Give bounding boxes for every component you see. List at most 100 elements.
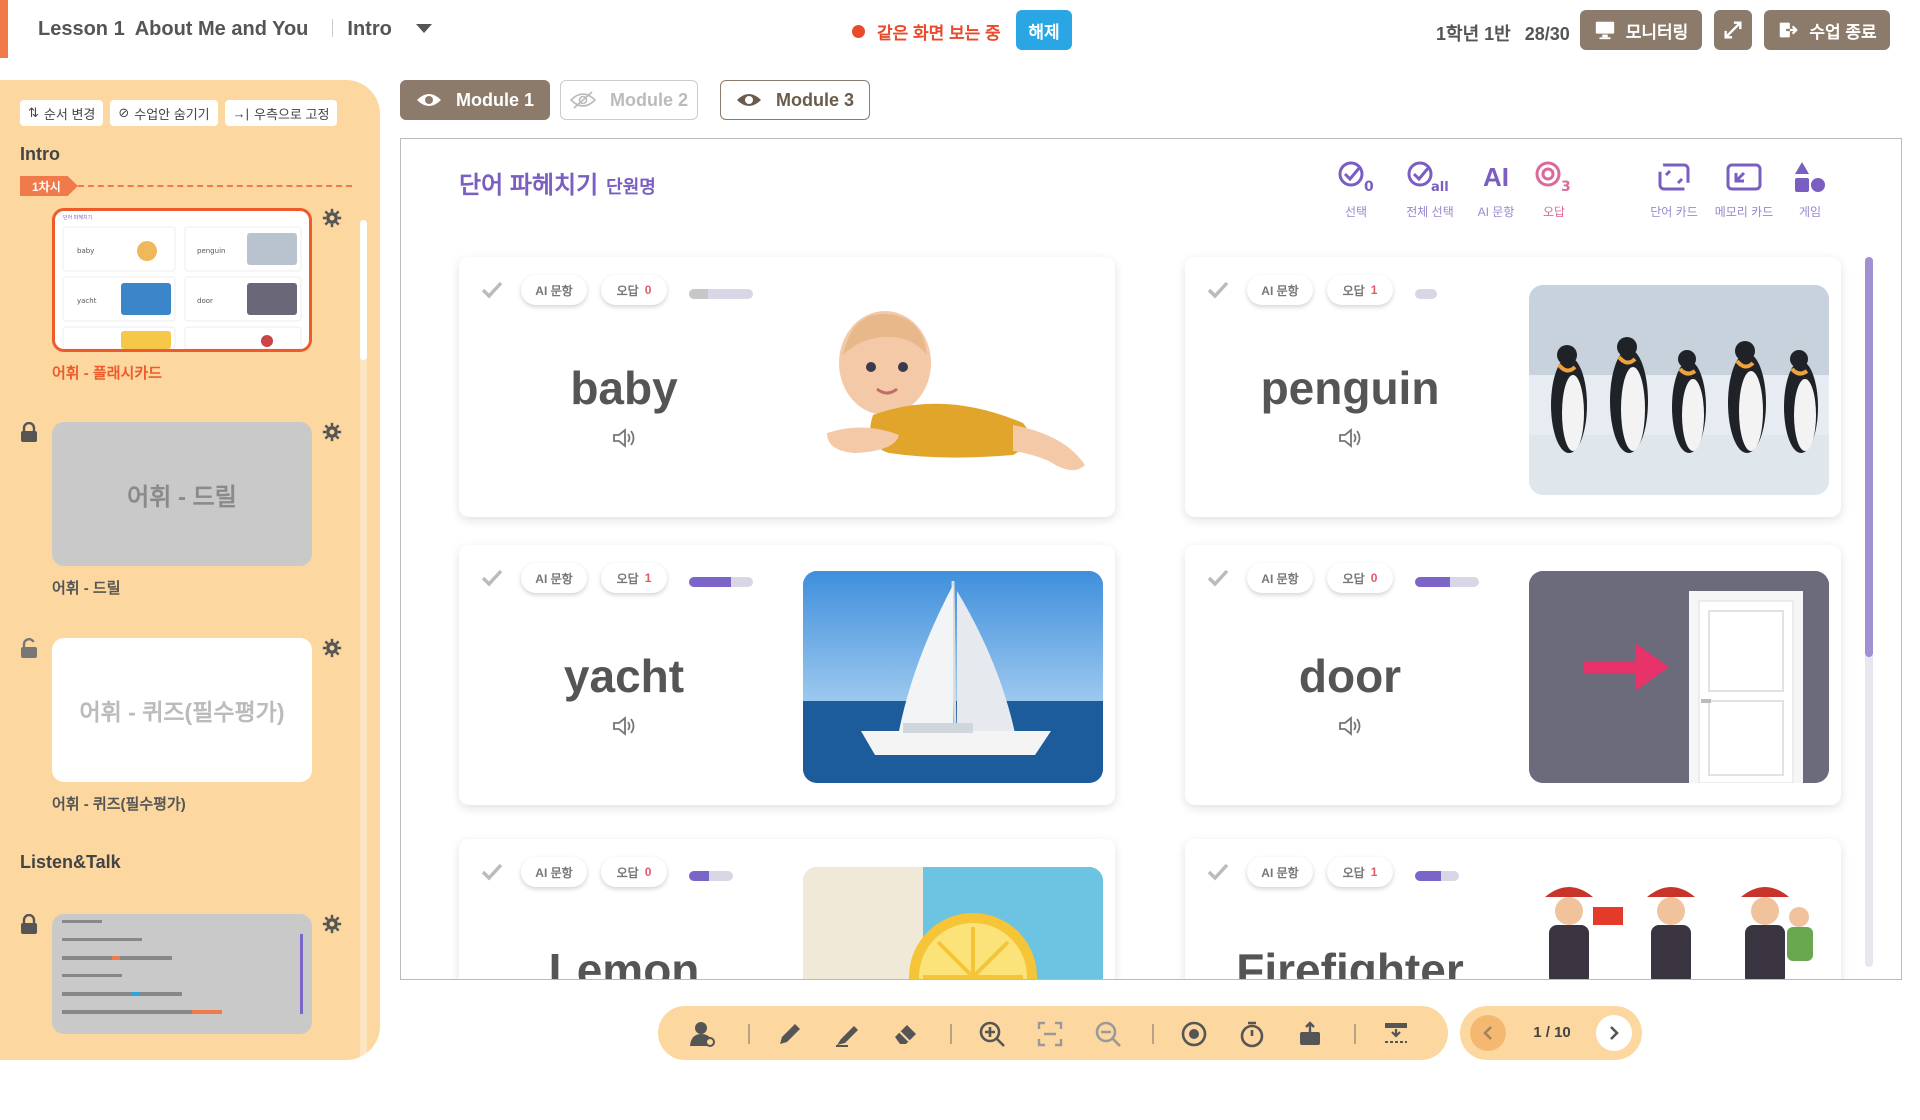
ai-question-badge[interactable]: AI 문항 xyxy=(521,275,587,305)
word-card-tool[interactable]: 단어 카드 xyxy=(1639,159,1709,220)
sidebar-scrollbar[interactable] xyxy=(360,220,367,360)
sidebar-item-label[interactable]: 어휘 - 퀴즈(필수평가) xyxy=(52,793,186,814)
card-word: penguin xyxy=(1260,362,1440,414)
zoom-in-icon[interactable] xyxy=(978,1020,1006,1048)
hide-plan-button[interactable]: ⊘ 수업안 숨기기 xyxy=(110,100,218,126)
check-icon[interactable] xyxy=(481,569,503,587)
content-scrollbar[interactable] xyxy=(1865,257,1873,967)
content-title-text: 단어 파헤치기 xyxy=(459,172,599,199)
check-icon[interactable] xyxy=(1207,281,1229,299)
ai-question-badge-label: AI 문항 xyxy=(1261,283,1299,298)
toolbar-divider xyxy=(748,1024,750,1044)
check-icon[interactable] xyxy=(1207,863,1229,881)
bottom-toolbar xyxy=(658,1006,1448,1060)
check-icon[interactable] xyxy=(481,281,503,299)
gear-icon[interactable] xyxy=(322,422,342,442)
share-box-icon[interactable] xyxy=(1296,1020,1324,1048)
lock-icon[interactable] xyxy=(20,422,38,442)
ai-question-badge-label: AI 문항 xyxy=(535,283,573,298)
thumb-drill[interactable]: 어휘 - 드릴 xyxy=(52,422,312,566)
lesson-title[interactable]: Lesson 1 About Me and You Intro xyxy=(38,18,432,41)
word-card[interactable]: AI 문항 오답 0 baby xyxy=(459,257,1115,517)
check-icon[interactable] xyxy=(481,863,503,881)
live-dot-icon xyxy=(852,25,865,38)
thumb-flashcard[interactable]: 단어 파헤치기 baby penguin yacht door xyxy=(52,208,312,352)
random-pick-icon[interactable] xyxy=(1180,1020,1208,1048)
wrong-count-badge[interactable]: 오답 1 xyxy=(1327,857,1393,887)
pin-right-label: 우측으로 고정 xyxy=(254,106,330,122)
eraser-icon[interactable] xyxy=(892,1020,920,1048)
speaker-icon[interactable] xyxy=(1337,715,1363,737)
baby-image xyxy=(803,285,1103,495)
speaker-icon[interactable] xyxy=(611,427,637,449)
speaker-icon[interactable] xyxy=(1337,427,1363,449)
progress-fill xyxy=(689,289,709,299)
gear-icon[interactable] xyxy=(322,208,342,228)
wrong-count-badge[interactable]: 오답 1 xyxy=(1327,275,1393,305)
thumb-listen-talk[interactable] xyxy=(52,914,312,1034)
wrong-count-badge[interactable]: 오답 0 xyxy=(601,857,667,887)
select-tool[interactable]: 0 선택 xyxy=(1321,159,1391,220)
lock-icon[interactable] xyxy=(20,914,38,934)
chevron-down-icon[interactable] xyxy=(415,24,432,33)
memory-card-label: 메모리 카드 xyxy=(1714,205,1774,219)
chasi-tag: 1차시 xyxy=(20,176,78,196)
next-page-button[interactable] xyxy=(1596,1015,1632,1051)
prev-page-button[interactable] xyxy=(1470,1015,1506,1051)
game-tool[interactable]: 게임 xyxy=(1775,159,1845,220)
monitor-button[interactable]: 모니터링 xyxy=(1580,10,1702,50)
select-all-tool[interactable]: all 전체 선택 xyxy=(1395,159,1465,220)
lemon-image xyxy=(803,867,1103,979)
zoom-out-icon[interactable] xyxy=(1094,1020,1122,1048)
gear-icon[interactable] xyxy=(322,914,342,934)
tab-module-1[interactable]: Module 1 xyxy=(400,80,550,120)
tab-module-3[interactable]: Module 3 xyxy=(720,80,870,120)
timer-icon[interactable] xyxy=(1238,1020,1266,1048)
sailboat-image xyxy=(803,571,1103,783)
sort-arrows-icon: ⇅ xyxy=(28,105,39,120)
reorder-button[interactable]: ⇅ 순서 변경 xyxy=(20,100,104,126)
wrong-count-badge[interactable]: 오답 1 xyxy=(601,563,667,593)
content-scroll-thumb[interactable] xyxy=(1865,257,1873,657)
wrong-answer-tool[interactable]: 3 오답 xyxy=(1519,159,1589,220)
ai-question-badge[interactable]: AI 문항 xyxy=(1247,275,1313,305)
memory-card-tool[interactable]: 메모리 카드 xyxy=(1709,159,1779,220)
gear-icon[interactable] xyxy=(322,638,342,658)
wrong-count-label: 오답 xyxy=(1342,571,1365,586)
wrong-count-badge[interactable]: 오답 0 xyxy=(1327,563,1393,593)
sidebar-item-label[interactable]: 어휘 - 드릴 xyxy=(52,577,121,598)
end-class-button[interactable]: 수업 종료 xyxy=(1764,10,1890,50)
word-card[interactable]: AI 문항 오답 1 penguin xyxy=(1185,257,1841,517)
word-card[interactable]: AI 문항 오답 1 Firefighter xyxy=(1185,839,1841,979)
speaker-icon[interactable] xyxy=(611,715,637,737)
fit-screen-icon[interactable] xyxy=(1036,1020,1064,1048)
ai-question-badge[interactable]: AI 문항 xyxy=(1247,857,1313,887)
current-page: 1 xyxy=(1533,1024,1542,1041)
pencil-icon[interactable] xyxy=(776,1020,804,1048)
word-card[interactable]: AI 문항 오답 0 door xyxy=(1185,545,1841,805)
monitor-icon xyxy=(1595,21,1614,40)
student-icon[interactable] xyxy=(688,1020,716,1048)
thumb-quiz[interactable]: 어휘 - 퀴즈(필수평가) xyxy=(52,638,312,782)
progress-bar xyxy=(689,871,733,881)
ai-question-badge[interactable]: AI 문항 xyxy=(521,563,587,593)
ai-question-badge[interactable]: AI 문항 xyxy=(1247,563,1313,593)
wrong-count-badge[interactable]: 오답 0 xyxy=(601,275,667,305)
word-card[interactable]: AI 문항 오답 0 Lemon xyxy=(459,839,1115,979)
select-all-label: 전체 선택 xyxy=(1406,205,1454,219)
sidebar-item-label[interactable]: 어휘 - 플래시카드 xyxy=(52,362,162,383)
progress-bar xyxy=(1415,871,1459,881)
fullscreen-button[interactable] xyxy=(1714,10,1752,50)
divider xyxy=(332,19,334,37)
tab-module-2[interactable]: Module 2 xyxy=(560,80,698,120)
pin-right-button[interactable]: →| 우측으로 고정 xyxy=(224,100,338,126)
highlighter-icon[interactable] xyxy=(834,1020,862,1048)
release-button[interactable]: 해제 xyxy=(1016,10,1072,50)
unlock-icon[interactable] xyxy=(20,638,38,658)
top-bar: Lesson 1 About Me and You Intro 같은 화면 보는 중… xyxy=(0,0,1920,60)
board-icon[interactable] xyxy=(1382,1020,1410,1048)
word-card[interactable]: AI 문항 오답 1 yacht xyxy=(459,545,1115,805)
live-status-text: 같은 화면 보는 중 xyxy=(877,24,1001,43)
ai-question-badge[interactable]: AI 문항 xyxy=(521,857,587,887)
check-icon[interactable] xyxy=(1207,569,1229,587)
